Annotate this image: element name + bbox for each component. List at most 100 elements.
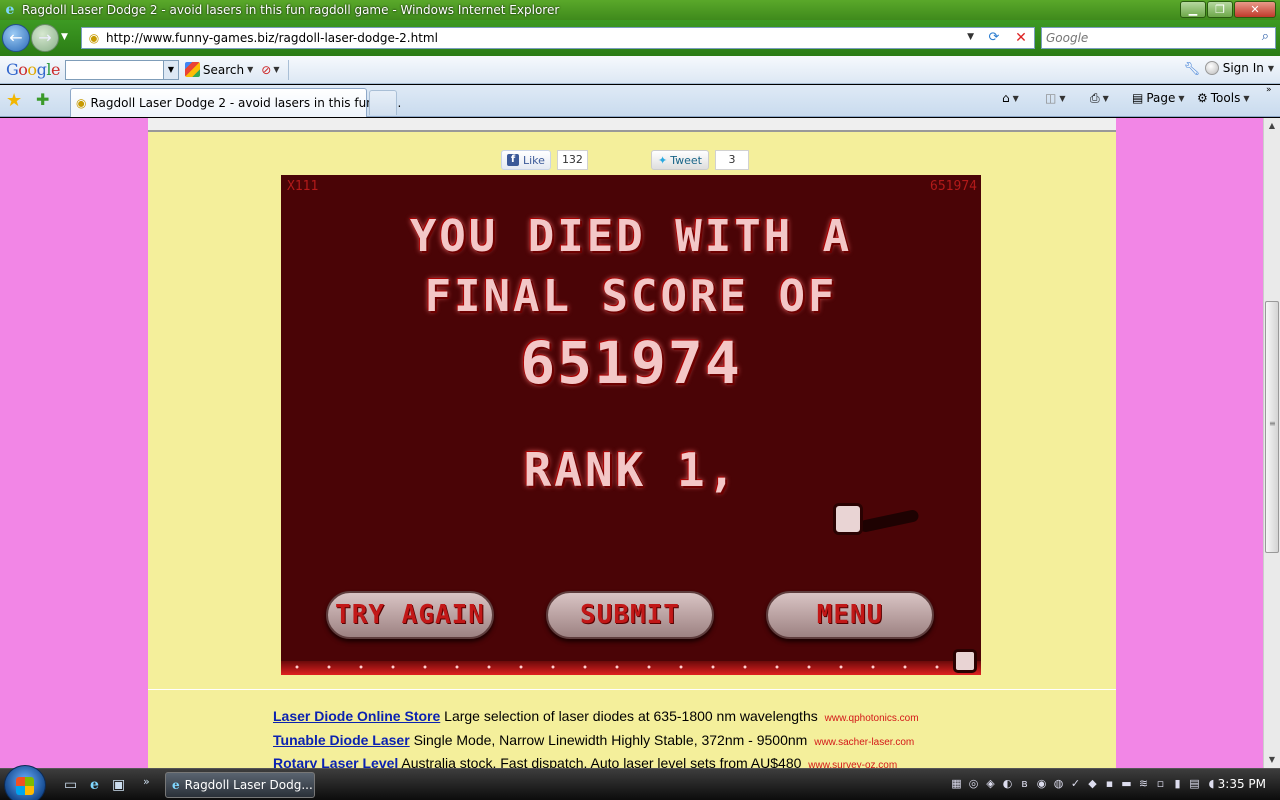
popup-blocker-button[interactable]: ⊘ ▼ [261,63,279,77]
ad-url[interactable]: www.survey-oz.com [808,760,897,768]
tray-app-icon[interactable]: ◍ [1052,777,1065,791]
switch-windows-icon[interactable]: ▣ [112,777,125,793]
tweet-label: Tweet [670,153,702,167]
google-search-field[interactable]: ▼ [64,59,179,80]
tweet-widget: ✦ Tweet 3 [651,149,749,171]
home-button[interactable]: ⌂ ▼ [1002,91,1019,105]
scroll-thumb[interactable]: ≡ [1265,301,1279,553]
print-button[interactable]: ⎙ ▼ [1090,91,1109,106]
tray-app-icon[interactable]: ◐ [1001,777,1014,791]
url-text[interactable]: http://www.funny-games.biz/ragdoll-laser… [106,31,438,45]
search-box[interactable]: ⌕ [1041,27,1276,49]
tray-app-icon[interactable]: ▬ [1120,777,1133,791]
death-message-line1: You died with a [409,211,853,262]
show-desktop-icon[interactable]: ▭ [64,777,77,793]
chevron-down-icon[interactable]: ▼ [247,65,253,74]
search-input[interactable] [1046,28,1246,48]
refresh-icon[interactable]: ⟳ [982,28,1006,48]
ragdoll-head [833,503,863,535]
tray-app-icon[interactable]: ≋ [1137,777,1150,791]
quicklaunch-more-icon[interactable]: » [143,775,150,788]
google-search-dropdown-icon[interactable]: ▼ [162,60,178,79]
tray-app-icon[interactable]: ▪ [1103,777,1116,791]
facebook-like-button[interactable]: f Like [501,150,551,170]
like-count: 132 [556,150,588,170]
tray-app-icon[interactable]: ▦ [950,777,963,791]
address-bar[interactable]: ◉ http://www.funny-games.biz/ragdoll-las… [81,27,1035,49]
ragdoll-limb [953,649,977,673]
scroll-up-icon[interactable]: ▲ [1264,118,1280,134]
chevron-down-icon[interactable]: ▼ [273,65,279,74]
new-tab-button[interactable] [369,90,397,115]
close-button[interactable]: ✕ [1234,1,1276,18]
google-search-label: Search [202,62,245,77]
sign-in-button[interactable]: Sign In ▼ [1204,61,1274,75]
ie-quicklaunch-icon[interactable]: e [90,777,99,793]
tray-app-icon[interactable]: ✓ [1069,777,1082,791]
like-label: Like [523,153,545,167]
wrench-icon[interactable]: 🔧︎ [1183,62,1200,77]
forward-button[interactable]: → [31,24,59,52]
add-favorites-icon[interactable]: ✚ [36,90,49,109]
system-clock[interactable]: 3:35 PM [1218,777,1266,791]
ad-item: Laser Diode Online Store Large selection… [273,708,919,724]
tray-app-icon[interactable]: ◈ [984,777,997,791]
ad-title-link[interactable]: Laser Diode Online Store [273,708,440,724]
google-search-button[interactable]: Search ▼ [184,62,253,77]
chevron-down-icon[interactable]: ▼ [1268,64,1274,73]
maximize-button[interactable]: ❐ [1207,1,1233,18]
search-icon[interactable]: ⌕ [1262,29,1269,44]
taskbar-item-browser[interactable]: e Ragdoll Laser Dodg... [165,772,315,798]
facebook-icon: f [507,154,519,166]
power-icon[interactable]: ▮ [1171,777,1184,791]
tray-app-icon[interactable]: ▫ [1154,777,1167,791]
more-commands-icon[interactable]: » [1266,85,1272,95]
chevron-down-icon[interactable]: ▼ [1013,94,1019,103]
ad-title-link[interactable]: Rotary Laser Level [273,755,398,768]
scroll-down-icon[interactable]: ▼ [1264,752,1280,768]
favorites-star-icon[interactable]: ★ [6,90,22,111]
submit-score-button[interactable]: Submit [546,591,714,639]
google-toolbar: Google ▼ Search ▼ ⊘ ▼ 🔧︎ Sign In ▼ [0,56,1280,84]
start-button[interactable] [4,765,46,800]
menu-button[interactable]: Menu [766,591,934,639]
back-button[interactable]: ← [2,24,30,52]
page-menu-button[interactable]: ▤ Page ▼ [1132,91,1185,105]
chevron-down-icon[interactable]: ▼ [1059,94,1065,103]
tab-active[interactable]: ◉ Ragdoll Laser Dodge 2 - avoid lasers i… [70,88,401,117]
minimize-button[interactable]: ▁ [1180,1,1206,18]
volume-icon[interactable]: ◖ [1205,777,1218,791]
tray-app-icon[interactable]: ◆ [1086,777,1099,791]
ie-task-icon: e [172,778,180,792]
facebook-like-widget: f Like 132 [501,149,588,171]
tab-label: Ragdoll Laser Dodge 2 - avoid lasers in … [90,96,402,110]
ad-title-link[interactable]: Tunable Diode Laser [273,732,410,748]
feeds-button[interactable]: ◫ ▼ [1045,91,1066,105]
game-canvas[interactable]: X111 651974 You died with a final score … [281,175,981,675]
chevron-down-icon[interactable]: ▼ [1243,94,1249,103]
tray-app-icon[interactable]: ◉ [1035,777,1048,791]
tools-menu-button[interactable]: ⚙ Tools ▼ [1197,91,1249,105]
page-content: f Like 132 ✦ Tweet 3 X111 651974 You die… [148,118,1116,768]
vertical-scrollbar[interactable]: ▲ ≡ ▼ [1263,118,1280,768]
gear-icon: ⚙ [1197,91,1208,105]
windows-logo-icon [16,777,34,795]
bluetooth-icon[interactable]: ʙ [1018,777,1031,791]
ie-logo-icon: e [5,2,15,18]
tweet-button[interactable]: ✦ Tweet [651,150,709,170]
stop-icon[interactable]: ✕ [1010,28,1032,48]
history-dropdown-icon[interactable]: ▼ [61,32,68,42]
address-toolbar: ← → ▼ ◉ http://www.funny-games.biz/ragdo… [0,20,1280,56]
ad-url[interactable]: www.qphotonics.com [825,713,919,724]
rss-icon: ◫ [1045,91,1057,105]
try-again-button[interactable]: Try again [326,591,494,639]
ads-divider [148,689,1116,690]
hud-multiplier: X111 [287,179,319,194]
chevron-down-icon[interactable]: ▼ [1178,94,1184,103]
tray-app-icon[interactable]: ◎ [967,777,980,791]
chevron-down-icon[interactable]: ▼ [1103,94,1109,103]
network-icon[interactable]: ▤ [1188,777,1201,791]
page-favicon-icon: ◉ [88,31,100,45]
url-dropdown-icon[interactable]: ▼ [967,32,974,42]
ad-url[interactable]: www.sacher-laser.com [814,737,914,748]
